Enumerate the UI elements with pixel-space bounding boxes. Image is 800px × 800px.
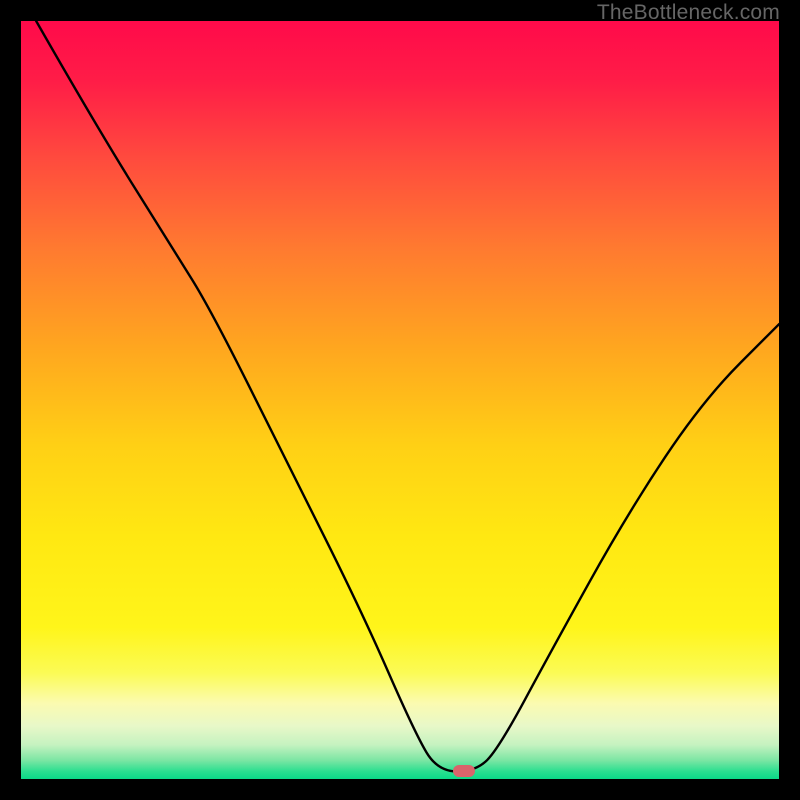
chart-frame: TheBottleneck.com: [0, 0, 800, 800]
bottleneck-curve: [21, 21, 779, 779]
optimal-marker: [453, 765, 475, 777]
plot-area: [21, 21, 779, 779]
